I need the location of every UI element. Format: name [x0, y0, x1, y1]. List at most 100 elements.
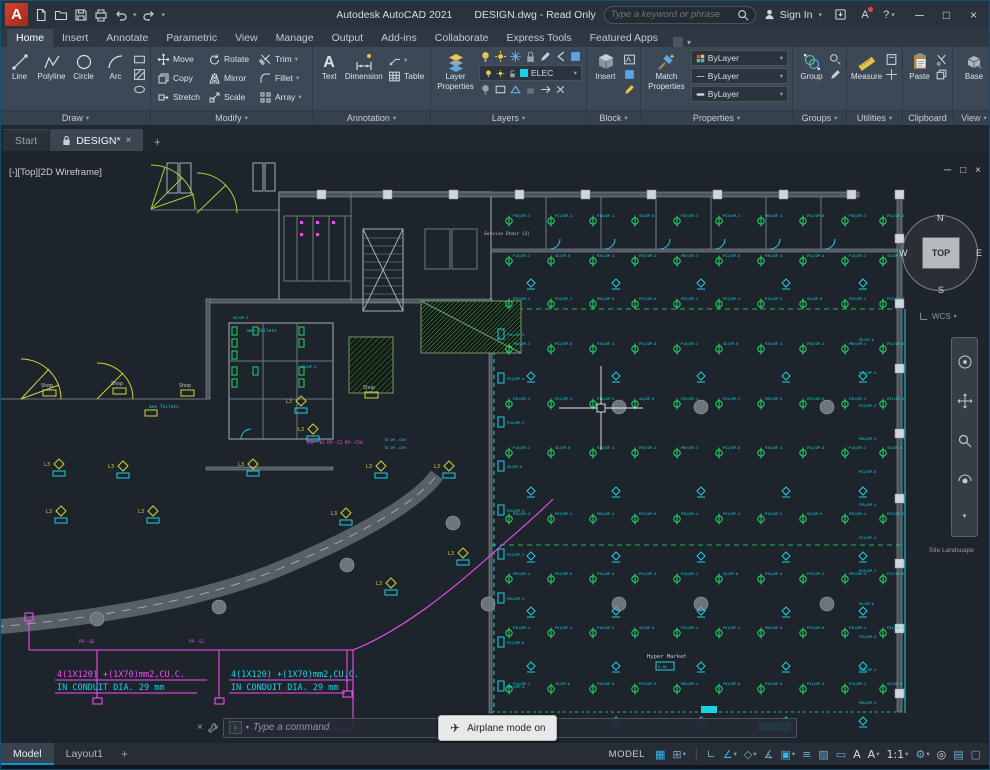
circuit-label[interactable]: P1A/DP-2 [507, 421, 524, 425]
panel-label[interactable]: L3 [376, 581, 382, 587]
circuit-label[interactable]: PS2/DP-6 [723, 254, 740, 258]
circuit-label[interactable]: PS3/DP-2 [639, 254, 656, 258]
chevron-down-icon[interactable]: ▾ [133, 11, 137, 19]
plot-button[interactable] [91, 5, 110, 25]
tab-start[interactable]: Start [3, 129, 50, 151]
manhole[interactable] [339, 557, 355, 573]
circuit-label[interactable]: P6U/DP-4 [513, 342, 530, 346]
ungroup-icon[interactable] [829, 53, 842, 66]
circuit-label[interactable]: P6U/DP-4 [681, 682, 698, 686]
socket-symbol[interactable] [526, 278, 536, 288]
circuit-label[interactable]: SU/DP-6 [887, 682, 902, 686]
app-store-button[interactable] [831, 6, 849, 24]
cut-icon[interactable] [935, 53, 948, 66]
compass-north[interactable]: N [937, 213, 944, 223]
measure-button[interactable]: Measure [851, 50, 882, 82]
lights-group[interactable]: P3U/DP-4 PS1/DP-4 P1A/DP-2 SU/DP-6 P2U/DP-4 P… [505, 214, 905, 695]
circuit-label[interactable]: SU/DP-6 [859, 338, 874, 342]
lighting-panel-symbol[interactable] [55, 505, 67, 517]
circuit-label[interactable]: P3U/DP-4 [597, 572, 614, 576]
shop-label[interactable]: Shop [111, 381, 123, 387]
layers-panel-title[interactable]: Layers ▾ [431, 110, 586, 125]
cyan-fixture[interactable] [701, 706, 717, 713]
circuit-label[interactable]: PS2/DP-6 [639, 512, 656, 516]
walls-group[interactable] [1, 162, 906, 714]
insert-button[interactable]: Insert [591, 50, 620, 82]
pan-icon[interactable] [957, 393, 973, 409]
panel-label[interactable]: L3 [44, 462, 50, 468]
otrack-icon[interactable]: ∡ [764, 748, 774, 761]
ribbon-tab-featured-apps[interactable]: Featured Apps [581, 29, 667, 47]
circuit-label[interactable]: PS1/DP-4 [887, 626, 904, 630]
ribbon-tab-annotate[interactable]: Annotate [97, 29, 157, 47]
redo-button[interactable] [140, 5, 159, 25]
circuit-label[interactable]: PS1/DP-4 [807, 446, 824, 450]
column[interactable] [316, 189, 327, 200]
circuit-label[interactable]: P1A/DP-2 [765, 512, 782, 516]
annotation-panel-title[interactable]: Annotation ▾ [313, 110, 430, 125]
circuit-label[interactable]: PS3/DP-2 [887, 297, 904, 301]
lighting-panel-symbol[interactable] [53, 458, 65, 470]
annotation-visibility-icon[interactable]: A [853, 748, 861, 761]
circuit-label[interactable]: SU/DP-6 [639, 397, 654, 401]
circuit-label[interactable]: P3U/DP-4 [765, 446, 782, 450]
full-navigation-wheel-icon[interactable] [957, 354, 973, 370]
circuit-label[interactable]: P1A/DP-2 [849, 446, 866, 450]
circuit-label[interactable]: PS3/DP-2 [639, 682, 656, 686]
layer-match-icon[interactable] [539, 50, 552, 63]
lighting-panel-symbol[interactable] [340, 507, 352, 519]
panel-tag[interactable] [52, 470, 66, 477]
circuit-label[interactable]: PS1/DP-4 [555, 626, 572, 630]
panel-tag[interactable] [246, 470, 260, 477]
circuit-label[interactable]: SU/DP-6 [887, 446, 902, 450]
shop-label[interactable]: Shop [363, 385, 375, 391]
clean-screen-icon[interactable]: ▢ [971, 748, 981, 761]
model-space-label[interactable]: MODEL [609, 749, 645, 760]
panel-tag[interactable] [497, 592, 505, 604]
navbar-more-chevron-icon[interactable]: ▾ [963, 512, 967, 520]
round-column[interactable] [693, 596, 709, 612]
panel-tag[interactable] [497, 372, 505, 384]
circuit-label[interactable]: PS3/DP-2 [859, 668, 876, 672]
panel-tag[interactable] [497, 636, 505, 648]
circuit-label[interactable]: P2U/DP-4 [849, 297, 866, 301]
circuit-label[interactable]: P1A/DP-2 [597, 626, 614, 630]
ribbon-tab-home[interactable]: Home [7, 29, 54, 47]
circuit-label[interactable]: P3U/DP-4 [849, 214, 866, 218]
circuit-label[interactable]: PS1/DP-4 [807, 254, 824, 258]
layer-walk-icon[interactable] [494, 83, 507, 96]
group-button[interactable]: Group [797, 50, 826, 82]
panel-label[interactable]: L3 [448, 551, 454, 557]
circuit-label[interactable]: P1A/DP-2 [513, 446, 530, 450]
dimension-button[interactable]: Dimension [345, 50, 384, 82]
circuit-label[interactable]: PS2/DP-6 [507, 641, 524, 645]
circuit-label[interactable]: PS2/DP-6 [807, 397, 824, 401]
panel-label[interactable]: L3 [46, 509, 52, 515]
paste-button[interactable]: Paste [907, 50, 932, 82]
manhole[interactable] [211, 599, 227, 615]
socket-symbol[interactable] [526, 551, 536, 561]
circuit-label[interactable]: PS3/DP-2 [723, 214, 740, 218]
circuit-label[interactable]: P6U/DP-4 [765, 214, 782, 218]
panel-tag[interactable] [456, 559, 470, 566]
circle-button[interactable]: Circle [69, 50, 98, 82]
circuit-label[interactable]: SU/DP-6 [807, 512, 822, 516]
circuit-label[interactable]: P3U/DP-4 [513, 214, 530, 218]
circuit-label[interactable]: P1A/DP-2 [681, 572, 698, 576]
circuit-label[interactable]: P1A/DP-2 [859, 569, 876, 573]
array-button[interactable]: Array ▾ [257, 88, 308, 106]
socket-symbol[interactable] [858, 606, 868, 616]
circuit-label[interactable]: PS3/DP-2 [859, 404, 876, 408]
lineweight-dropdown[interactable]: ByLayer ▾ [690, 86, 788, 102]
circuit-label[interactable]: P1A/DP-2 [597, 397, 614, 401]
circuit-label[interactable]: P1A/DP-2 [765, 297, 782, 301]
circuit-label[interactable]: PS1/DP-4 [555, 214, 572, 218]
circuit-label[interactable]: P3U/DP-4 [765, 254, 782, 258]
ribbon-tab-collaborate[interactable]: Collaborate [426, 29, 498, 47]
circuit-label[interactable]: SU/DP-6 [723, 572, 738, 576]
match-properties-button[interactable]: Match Properties [645, 50, 688, 92]
circuit-label[interactable]: PS2/DP-6 [887, 342, 904, 346]
isodraft-icon[interactable]: ◇ ▾ [744, 748, 757, 761]
shop-label[interactable]: Shop [179, 383, 191, 389]
navigation-bar[interactable]: ▾ [951, 337, 978, 537]
